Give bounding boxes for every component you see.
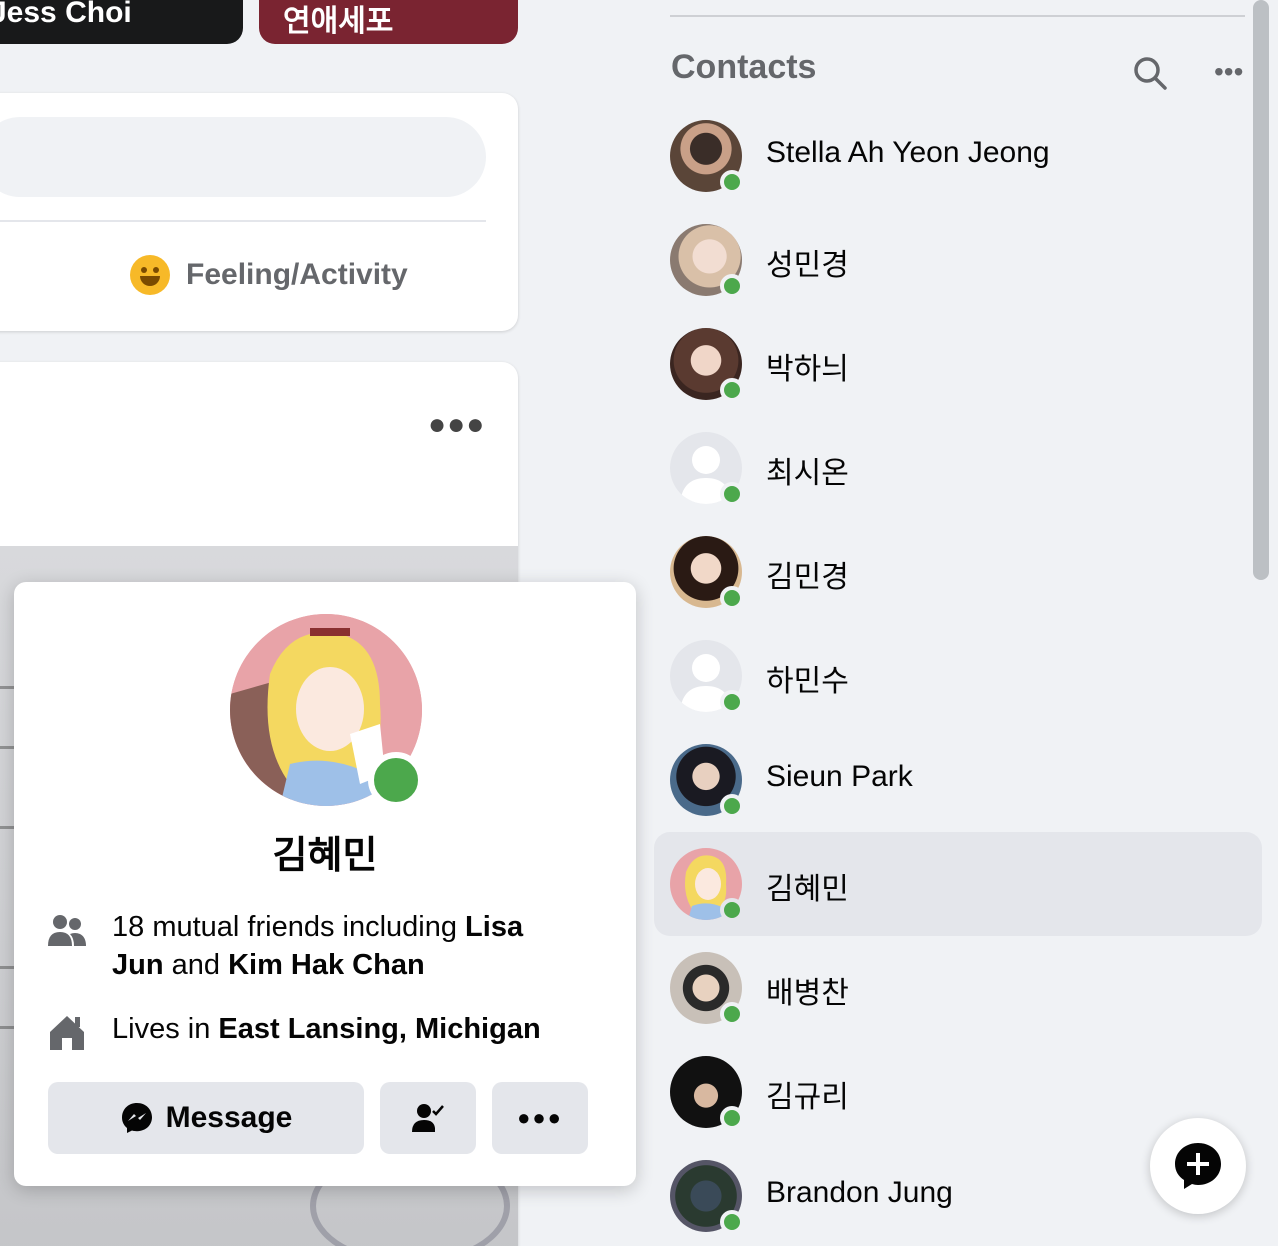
contact-name: 김민경 xyxy=(766,561,849,594)
composer-input[interactable] xyxy=(0,117,486,197)
online-status-indicator xyxy=(720,586,744,610)
message-button[interactable]: Message xyxy=(48,1082,364,1154)
more-options-button[interactable]: ●●● xyxy=(492,1082,588,1154)
online-status-indicator xyxy=(720,482,744,506)
lives-place-link[interactable]: East Lansing, Michigan xyxy=(218,1013,540,1045)
message-label: Message xyxy=(165,1101,293,1134)
contact-name: 성민경 xyxy=(766,249,849,282)
contact-item[interactable]: 최시온 xyxy=(654,416,1262,520)
home-icon xyxy=(50,1016,84,1050)
contact-item[interactable]: 박하늬 xyxy=(654,312,1262,416)
story-label: 연애세포 xyxy=(283,5,394,38)
contact-item[interactable]: 하민수 xyxy=(654,624,1262,728)
contact-name: 최시온 xyxy=(766,457,849,490)
more-horizontal-icon[interactable]: ●●● xyxy=(428,408,485,442)
contact-item[interactable]: 배병찬 xyxy=(654,936,1262,1040)
contact-name: 김혜민 xyxy=(766,873,849,906)
story-chip-yeonae[interactable]: 연애세포 xyxy=(259,0,518,44)
mutual-friends-text: 18 mutual friends including Lisa Jun and… xyxy=(112,908,572,984)
contact-item[interactable]: 김민경 xyxy=(654,520,1262,624)
contact-name: 하민수 xyxy=(766,665,849,698)
contact-item[interactable]: 김혜민 xyxy=(654,832,1262,936)
contact-item[interactable]: Sieun Park xyxy=(654,728,1262,832)
online-status-indicator xyxy=(720,1002,744,1026)
new-message-icon xyxy=(1175,1143,1221,1189)
lives-in-text: Lives in East Lansing, Michigan xyxy=(112,1010,572,1048)
profile-name[interactable]: 김혜민 xyxy=(14,824,636,879)
online-status-indicator xyxy=(720,378,744,402)
mutual-joiner: and xyxy=(163,949,229,981)
lives-in-row: Lives in East Lansing, Michigan xyxy=(46,1010,572,1054)
contact-name: Stella Ah Yeon Jeong xyxy=(766,136,1050,169)
online-status-indicator xyxy=(720,170,744,194)
feeling-activity-label: Feeling/Activity xyxy=(186,258,408,291)
contact-name: 배병찬 xyxy=(766,977,849,1010)
friend-check-icon xyxy=(412,1104,444,1132)
online-status-indicator xyxy=(720,794,744,818)
more-horizontal-icon[interactable]: ••• xyxy=(1214,56,1243,88)
post-composer: Feeling/Activity xyxy=(0,93,518,331)
lives-prefix: Lives in xyxy=(112,1013,219,1045)
online-status-indicator xyxy=(720,1210,744,1234)
more-horizontal-icon: ●●● xyxy=(517,1105,563,1130)
online-status-indicator xyxy=(720,898,744,922)
mutual-friends-row: 18 mutual friends including Lisa Jun and… xyxy=(46,908,572,984)
contact-item[interactable]: Stella Ah Yeon Jeong xyxy=(654,104,1262,208)
feeling-activity-button[interactable]: Feeling/Activity xyxy=(130,255,408,295)
new-message-button[interactable] xyxy=(1150,1118,1246,1214)
story-chip-jess-choi[interactable]: Jess Choi xyxy=(0,0,243,44)
online-status-indicator xyxy=(720,1106,744,1130)
messenger-icon xyxy=(121,1103,152,1133)
divider xyxy=(670,15,1245,17)
mutual-prefix: 18 mutual friends including xyxy=(112,911,466,943)
smiley-icon xyxy=(130,255,170,295)
contacts-title: Contacts xyxy=(671,48,817,86)
online-status-indicator xyxy=(720,274,744,298)
contact-name: 박하늬 xyxy=(766,353,849,386)
contact-name: 김규리 xyxy=(766,1081,849,1114)
divider xyxy=(0,220,486,222)
profile-hover-card: 김혜민 18 mutual friends including Lisa Jun… xyxy=(14,582,636,1186)
friends-status-button[interactable] xyxy=(380,1082,476,1154)
friends-icon xyxy=(48,915,86,946)
contact-item[interactable]: 성민경 xyxy=(654,208,1262,312)
contact-name: Brandon Jung xyxy=(766,1176,953,1209)
online-status-indicator xyxy=(368,752,424,808)
mutual-friend-link[interactable]: Kim Hak Chan xyxy=(228,949,425,981)
contact-name: Sieun Park xyxy=(766,760,913,793)
online-status-indicator xyxy=(720,690,744,714)
story-label: Jess Choi xyxy=(0,0,132,29)
search-icon[interactable] xyxy=(1130,53,1170,93)
